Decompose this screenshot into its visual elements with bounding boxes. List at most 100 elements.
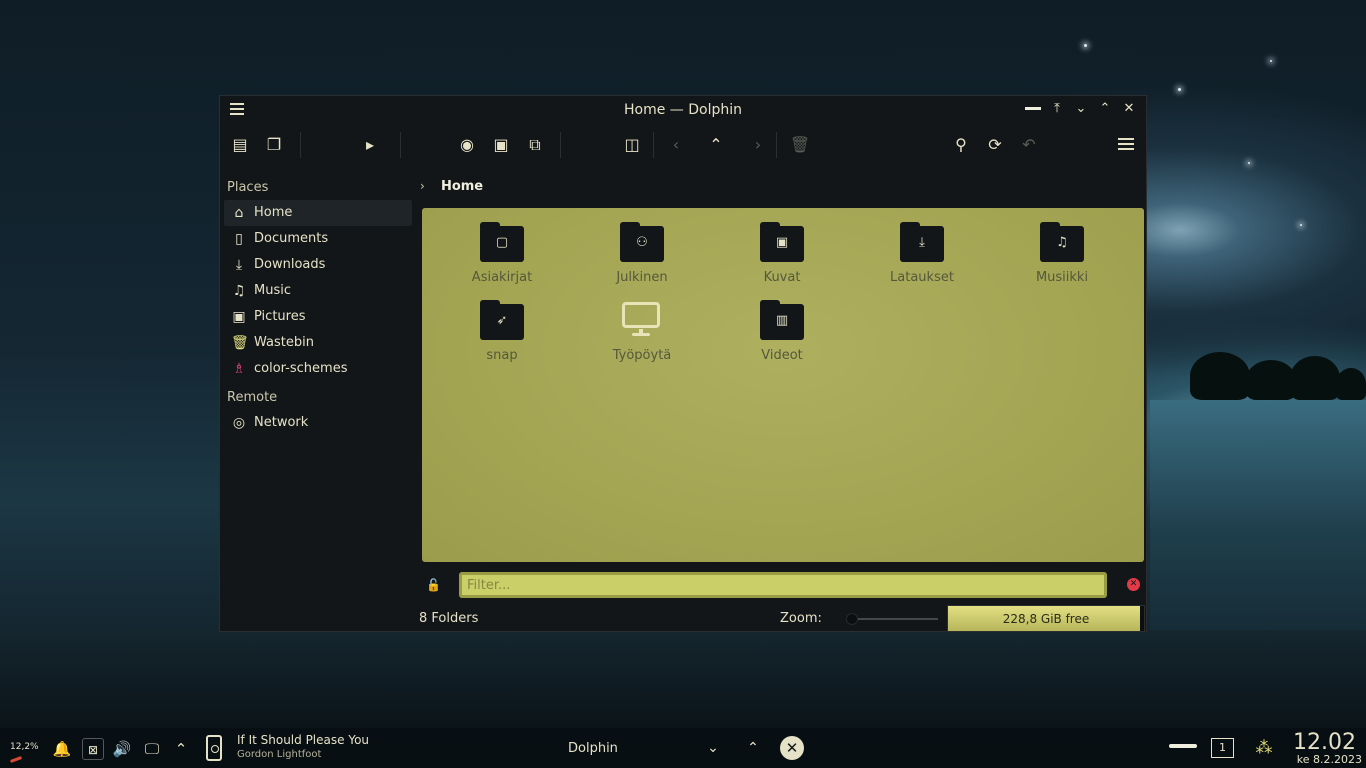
reload-icon[interactable]: ⟳ <box>983 133 1007 157</box>
folder-item[interactable]: ♫ Musiikki <box>1002 222 1122 285</box>
folder-item[interactable]: ⤓ Lataukset <box>862 222 982 285</box>
display-icon[interactable]: 🖵 <box>141 738 163 760</box>
folder-count: 8 Folders <box>419 611 479 626</box>
folder-label: snap <box>486 348 518 363</box>
toolbar-separator <box>776 132 777 158</box>
star <box>1084 44 1087 47</box>
sidebar-item-color-schemes[interactable]: ♗ color-schemes <box>220 356 412 382</box>
places-heading: Places <box>227 180 269 195</box>
color-schemes-icon: ♗ <box>232 361 246 377</box>
maximize-button[interactable]: ⌃ <box>1096 100 1114 118</box>
desktop-monitor-icon <box>620 300 664 340</box>
folder-item[interactable]: ▣ Kuvat <box>722 222 842 285</box>
network-icon: ◎ <box>232 415 246 431</box>
clock-time[interactable]: 12.02 <box>1293 730 1356 755</box>
notifications-icon[interactable]: 🔔 <box>51 738 73 760</box>
folder-label: Videot <box>761 348 803 363</box>
new-window-icon[interactable]: ⧉ <box>523 133 547 157</box>
star <box>1300 224 1302 226</box>
sidebar-item-music[interactable]: ♫ Music <box>220 278 412 304</box>
close-task-icon[interactable]: ✕ <box>780 736 804 760</box>
tray-expand-icon[interactable]: ⌃ <box>170 738 192 760</box>
zoom-label: Zoom: <box>780 611 822 626</box>
terminal-icon[interactable]: ▸ <box>358 133 382 157</box>
up-icon[interactable]: ⌃ <box>704 133 728 157</box>
preview-eye-icon[interactable]: ◉ <box>455 133 479 157</box>
delete-icon[interactable]: 🗑 <box>788 133 812 157</box>
folder-item[interactable]: Työpöytä <box>582 300 702 363</box>
sidebar-item-documents[interactable]: ▯ Documents <box>220 226 412 252</box>
sidebar-item-network[interactable]: ◎ Network <box>220 410 412 436</box>
folder-label: Asiakirjat <box>471 270 533 285</box>
split-view-icon[interactable]: ◫ <box>620 133 644 157</box>
zoom-slider-handle[interactable] <box>846 613 858 625</box>
toolbar-separator <box>560 132 561 158</box>
sidebar-item-wastebin[interactable]: 🗑 Wastebin <box>220 330 412 356</box>
free-space-bar[interactable]: 228,8 GiB free <box>947 605 1145 632</box>
show-desktop-icon[interactable] <box>1169 744 1197 748</box>
videos-folder-icon: ▥ <box>760 300 804 340</box>
folder-item[interactable]: ➶ snap <box>442 300 562 363</box>
chevron-down-icon[interactable]: ⌄ <box>702 737 724 759</box>
sidebar-item-label: Home <box>254 205 293 220</box>
image-icon[interactable]: ▣ <box>489 133 513 157</box>
filter-input[interactable] <box>462 575 1104 595</box>
keep-above-button[interactable]: ⤒ <box>1048 100 1066 118</box>
breadcrumb[interactable]: › Home <box>420 176 483 196</box>
folder-item[interactable]: ▢ Asiakirjat <box>442 222 562 285</box>
activities-icon[interactable]: ⁂ <box>1251 736 1277 760</box>
back-icon[interactable]: ‹ <box>664 133 688 157</box>
song-artist: Gordon Lightfoot <box>237 749 322 760</box>
music-folder-icon: ♫ <box>1040 222 1084 262</box>
filter-bar <box>459 572 1107 598</box>
toolbar-separator <box>400 132 401 158</box>
folder-label: Julkinen <box>616 270 668 285</box>
file-view[interactable]: ▢ Asiakirjat ⚇ Julkinen ▣ Kuvat ⤓ Latauk… <box>422 208 1144 562</box>
folder-item[interactable]: ⚇ Julkinen <box>582 222 702 285</box>
sidebar-item-pictures[interactable]: ▣ Pictures <box>220 304 412 330</box>
lock-icon[interactable]: 🔓 <box>426 578 441 592</box>
toolbar: ▤ ❐ ▸ ◉ ▣ ⧉ ◫ ‹ ⌃ › 🗑 ⚲ ⟳ ↶ <box>220 128 1146 162</box>
sidebar-item-home[interactable]: ⌂ Home <box>224 200 412 226</box>
kde-connect-icon[interactable]: ⊠ <box>82 738 104 760</box>
shade-button[interactable] <box>1024 100 1042 118</box>
snap-folder-icon: ➶ <box>480 300 524 340</box>
star <box>1248 162 1250 164</box>
song-title[interactable]: If It Should Please You <box>237 733 369 747</box>
panels-icon[interactable]: ▤ <box>228 133 252 157</box>
folder-label: Lataukset <box>890 270 954 285</box>
hamburger-menu-icon[interactable] <box>1114 133 1138 157</box>
undo-icon[interactable]: ↶ <box>1017 133 1041 157</box>
forward-icon[interactable]: › <box>746 133 770 157</box>
sidebar-item-label: Downloads <box>254 257 326 272</box>
search-icon[interactable]: ⚲ <box>949 133 973 157</box>
new-tab-icon[interactable]: ❐ <box>262 133 286 157</box>
media-player-icon[interactable] <box>206 735 222 761</box>
star <box>1270 60 1272 62</box>
chevron-up-icon[interactable]: ⌃ <box>742 737 764 759</box>
volume-icon[interactable]: 🔊 <box>111 738 133 760</box>
folder-item[interactable]: ▥ Videot <box>722 300 842 363</box>
folder-label: Työpöytä <box>612 348 672 363</box>
taskbar: 12,2% 🔔 ⊠ 🔊 🖵 ⌃ If It Should Please You … <box>0 728 1366 768</box>
clear-filter-icon[interactable]: ✕ <box>1127 578 1140 591</box>
sidebar-item-label: Wastebin <box>254 335 314 350</box>
close-button[interactable]: ✕ <box>1120 100 1138 118</box>
document-folder-icon: ▢ <box>480 222 524 262</box>
sidebar-item-downloads[interactable]: ⤓ Downloads <box>220 252 412 278</box>
chevron-right-icon[interactable]: › <box>420 179 425 193</box>
toolbar-separator <box>653 132 654 158</box>
title-bar[interactable]: Home — Dolphin ⤒ ⌄ ⌃ ✕ <box>220 96 1146 124</box>
zoom-slider[interactable] <box>846 613 938 625</box>
sidebar-item-label: Documents <box>254 231 329 246</box>
pictures-folder-icon: ▣ <box>760 222 804 262</box>
virtual-desktop-pager[interactable]: 1 <box>1211 738 1234 758</box>
clock-date[interactable]: ke 8.2.2023 <box>1297 753 1362 766</box>
music-icon: ♫ <box>232 283 246 299</box>
toolbar-separator <box>300 132 301 158</box>
breadcrumb-current[interactable]: Home <box>441 179 483 194</box>
downloads-folder-icon: ⤓ <box>900 222 944 262</box>
minimize-button[interactable]: ⌄ <box>1072 100 1090 118</box>
task-dolphin[interactable]: Dolphin <box>568 741 618 756</box>
places-panel: Places ⌂ Home ▯ Documents ⤓ Downloads ♫ … <box>220 176 412 476</box>
